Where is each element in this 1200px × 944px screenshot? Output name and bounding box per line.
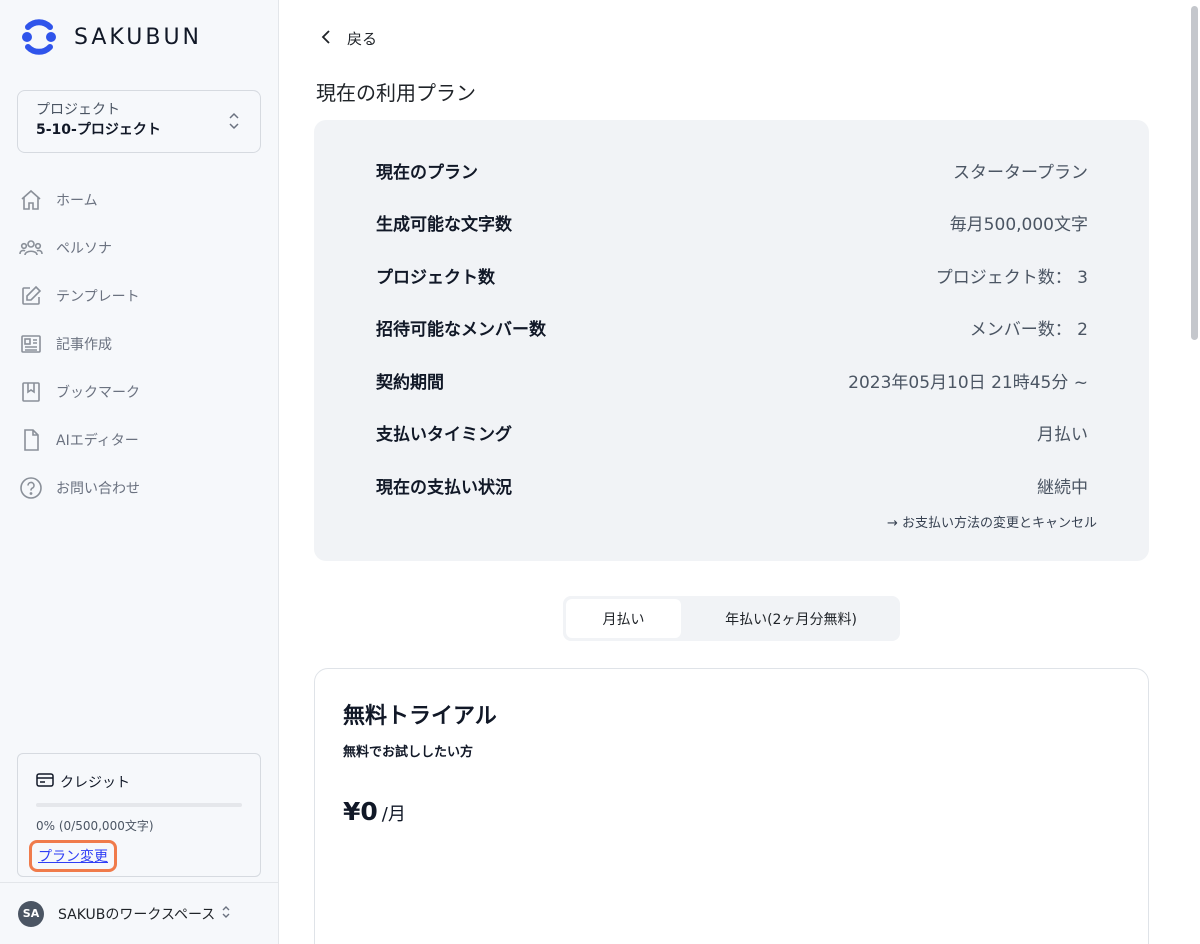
plan-row-label: 生成可能な文字数: [376, 214, 512, 235]
plan-row-value: 月払い: [1037, 424, 1088, 445]
sidebar-item-article[interactable]: 記事作成: [18, 320, 258, 368]
brand[interactable]: SAKUBUN: [18, 16, 202, 58]
credit-card-icon: [36, 772, 54, 792]
plan-row-value: メンバー数： 2: [969, 319, 1088, 340]
plan-row-label: 招待可能なメンバー数: [376, 319, 546, 340]
document-icon: [18, 427, 44, 453]
credit-header: クレジット: [36, 772, 130, 792]
scrollbar-thumb[interactable]: [1191, 6, 1198, 340]
credit-progress-bar: [36, 803, 242, 807]
plan-row-value: 継続中: [1037, 477, 1088, 498]
plan-row-label: プロジェクト数: [376, 267, 495, 288]
sidebar-item-contact[interactable]: お問い合わせ: [18, 464, 258, 512]
sidebar-item-label: お問い合わせ: [56, 481, 140, 497]
sidebar-item-label: ブックマーク: [56, 385, 140, 401]
billing-yearly-option[interactable]: 年払い(2ヶ月分無料): [685, 599, 897, 638]
sidebar-item-template[interactable]: テンプレート: [18, 272, 258, 320]
sidebar-item-label: 記事作成: [56, 337, 112, 353]
plan-row-label: 現在の支払い状況: [376, 477, 512, 498]
project-selector[interactable]: プロジェクト 5-10-プロジェクト: [17, 90, 261, 153]
sidebar-item-label: ペルソナ: [56, 241, 112, 257]
sidebar-item-label: AIエディター: [56, 433, 139, 449]
billing-monthly-option[interactable]: 月払い: [566, 599, 681, 638]
sidebar: SAKUBUN プロジェクト 5-10-プロジェクト ホーム ペルソナ テンプレ…: [0, 0, 279, 944]
price-unit: /月: [381, 804, 406, 825]
credit-usage-text: 0% (0/500,000文字): [36, 819, 154, 833]
plan-row-value: プロジェクト数： 3: [935, 267, 1088, 288]
question-circle-icon: [18, 475, 44, 501]
sidebar-item-home[interactable]: ホーム: [18, 176, 258, 224]
plan-title: 無料トライアル: [343, 704, 497, 729]
plan-row-project-count: プロジェクト数 プロジェクト数： 3: [376, 260, 1088, 290]
sidebar-item-label: ホーム: [56, 193, 98, 209]
price-amount: ¥0: [343, 797, 378, 826]
back-label: 戻る: [347, 30, 378, 48]
workspace-switcher[interactable]: SA SAKUBのワークスペース: [0, 882, 279, 944]
plan-row-payment-status: 現在の支払い状況 継続中: [376, 470, 1088, 500]
plan-row-character-limit: 生成可能な文字数 毎月500,000文字: [376, 207, 1088, 237]
sidebar-item-bookmark[interactable]: ブックマーク: [18, 368, 258, 416]
chevron-up-down-icon: [228, 111, 240, 131]
credit-title: クレジット: [60, 775, 130, 791]
avatar: SA: [18, 900, 44, 927]
sidebar-item-ai-editor[interactable]: AIエディター: [18, 416, 258, 464]
sakubun-logo-icon: [18, 16, 60, 58]
brand-name: SAKUBUN: [74, 24, 203, 50]
home-icon: [18, 187, 44, 213]
billing-period-toggle: 月払い 年払い(2ヶ月分無料): [563, 596, 900, 641]
plan-row-label: 現在のプラン: [376, 162, 478, 183]
plan-row-current-plan: 現在のプラン スタータープラン: [376, 155, 1088, 185]
plan-row-contract-period: 契約期間 2023年05月10日 21時45分 ~: [376, 365, 1088, 395]
project-name: 5-10-プロジェクト: [36, 122, 161, 138]
page-title: 現在の利用プラン: [316, 81, 476, 105]
plan-price: ¥0 /月: [343, 797, 406, 826]
plan-row-value: スタータープラン: [953, 162, 1088, 183]
current-plan-card: 現在のプラン スタータープラン 生成可能な文字数 毎月500,000文字 プロジ…: [314, 120, 1149, 561]
workspace-name: SAKUBのワークスペース: [58, 906, 216, 923]
chevron-left-icon: [319, 29, 333, 49]
payment-method-link[interactable]: → お支払い方法の変更とキャンセル: [887, 512, 1097, 531]
sidebar-item-label: テンプレート: [56, 289, 140, 305]
free-trial-card: 無料トライアル 無料でお試ししたい方 ¥0 /月: [314, 668, 1149, 944]
plan-row-value: 毎月500,000文字: [949, 214, 1088, 235]
change-plan-link[interactable]: プラン変更: [29, 840, 117, 872]
back-button[interactable]: 戻る: [319, 28, 377, 49]
newspaper-icon: [18, 331, 44, 357]
plan-row-value: 2023年05月10日 21時45分 ~: [848, 372, 1088, 393]
project-caption: プロジェクト: [36, 102, 120, 118]
plan-row-label: 支払いタイミング: [376, 424, 512, 445]
plan-row-label: 契約期間: [376, 372, 444, 393]
bookmark-icon: [18, 379, 44, 405]
plan-row-payment-timing: 支払いタイミング 月払い: [376, 417, 1088, 447]
credit-panel: クレジット 0% (0/500,000文字) プラン変更: [17, 753, 261, 877]
sidebar-item-persona[interactable]: ペルソナ: [18, 224, 258, 272]
pencil-square-icon: [18, 283, 44, 309]
chevron-up-down-icon: [221, 904, 231, 924]
sidebar-nav: ホーム ペルソナ テンプレート 記事作成 ブックマーク AIエディター お問い合…: [18, 176, 258, 512]
plan-subtitle: 無料でお試ししたい方: [343, 745, 474, 760]
scrollbar[interactable]: [1188, 0, 1200, 944]
users-icon: [18, 235, 44, 261]
plan-row-member-count: 招待可能なメンバー数 メンバー数： 2: [376, 312, 1088, 342]
